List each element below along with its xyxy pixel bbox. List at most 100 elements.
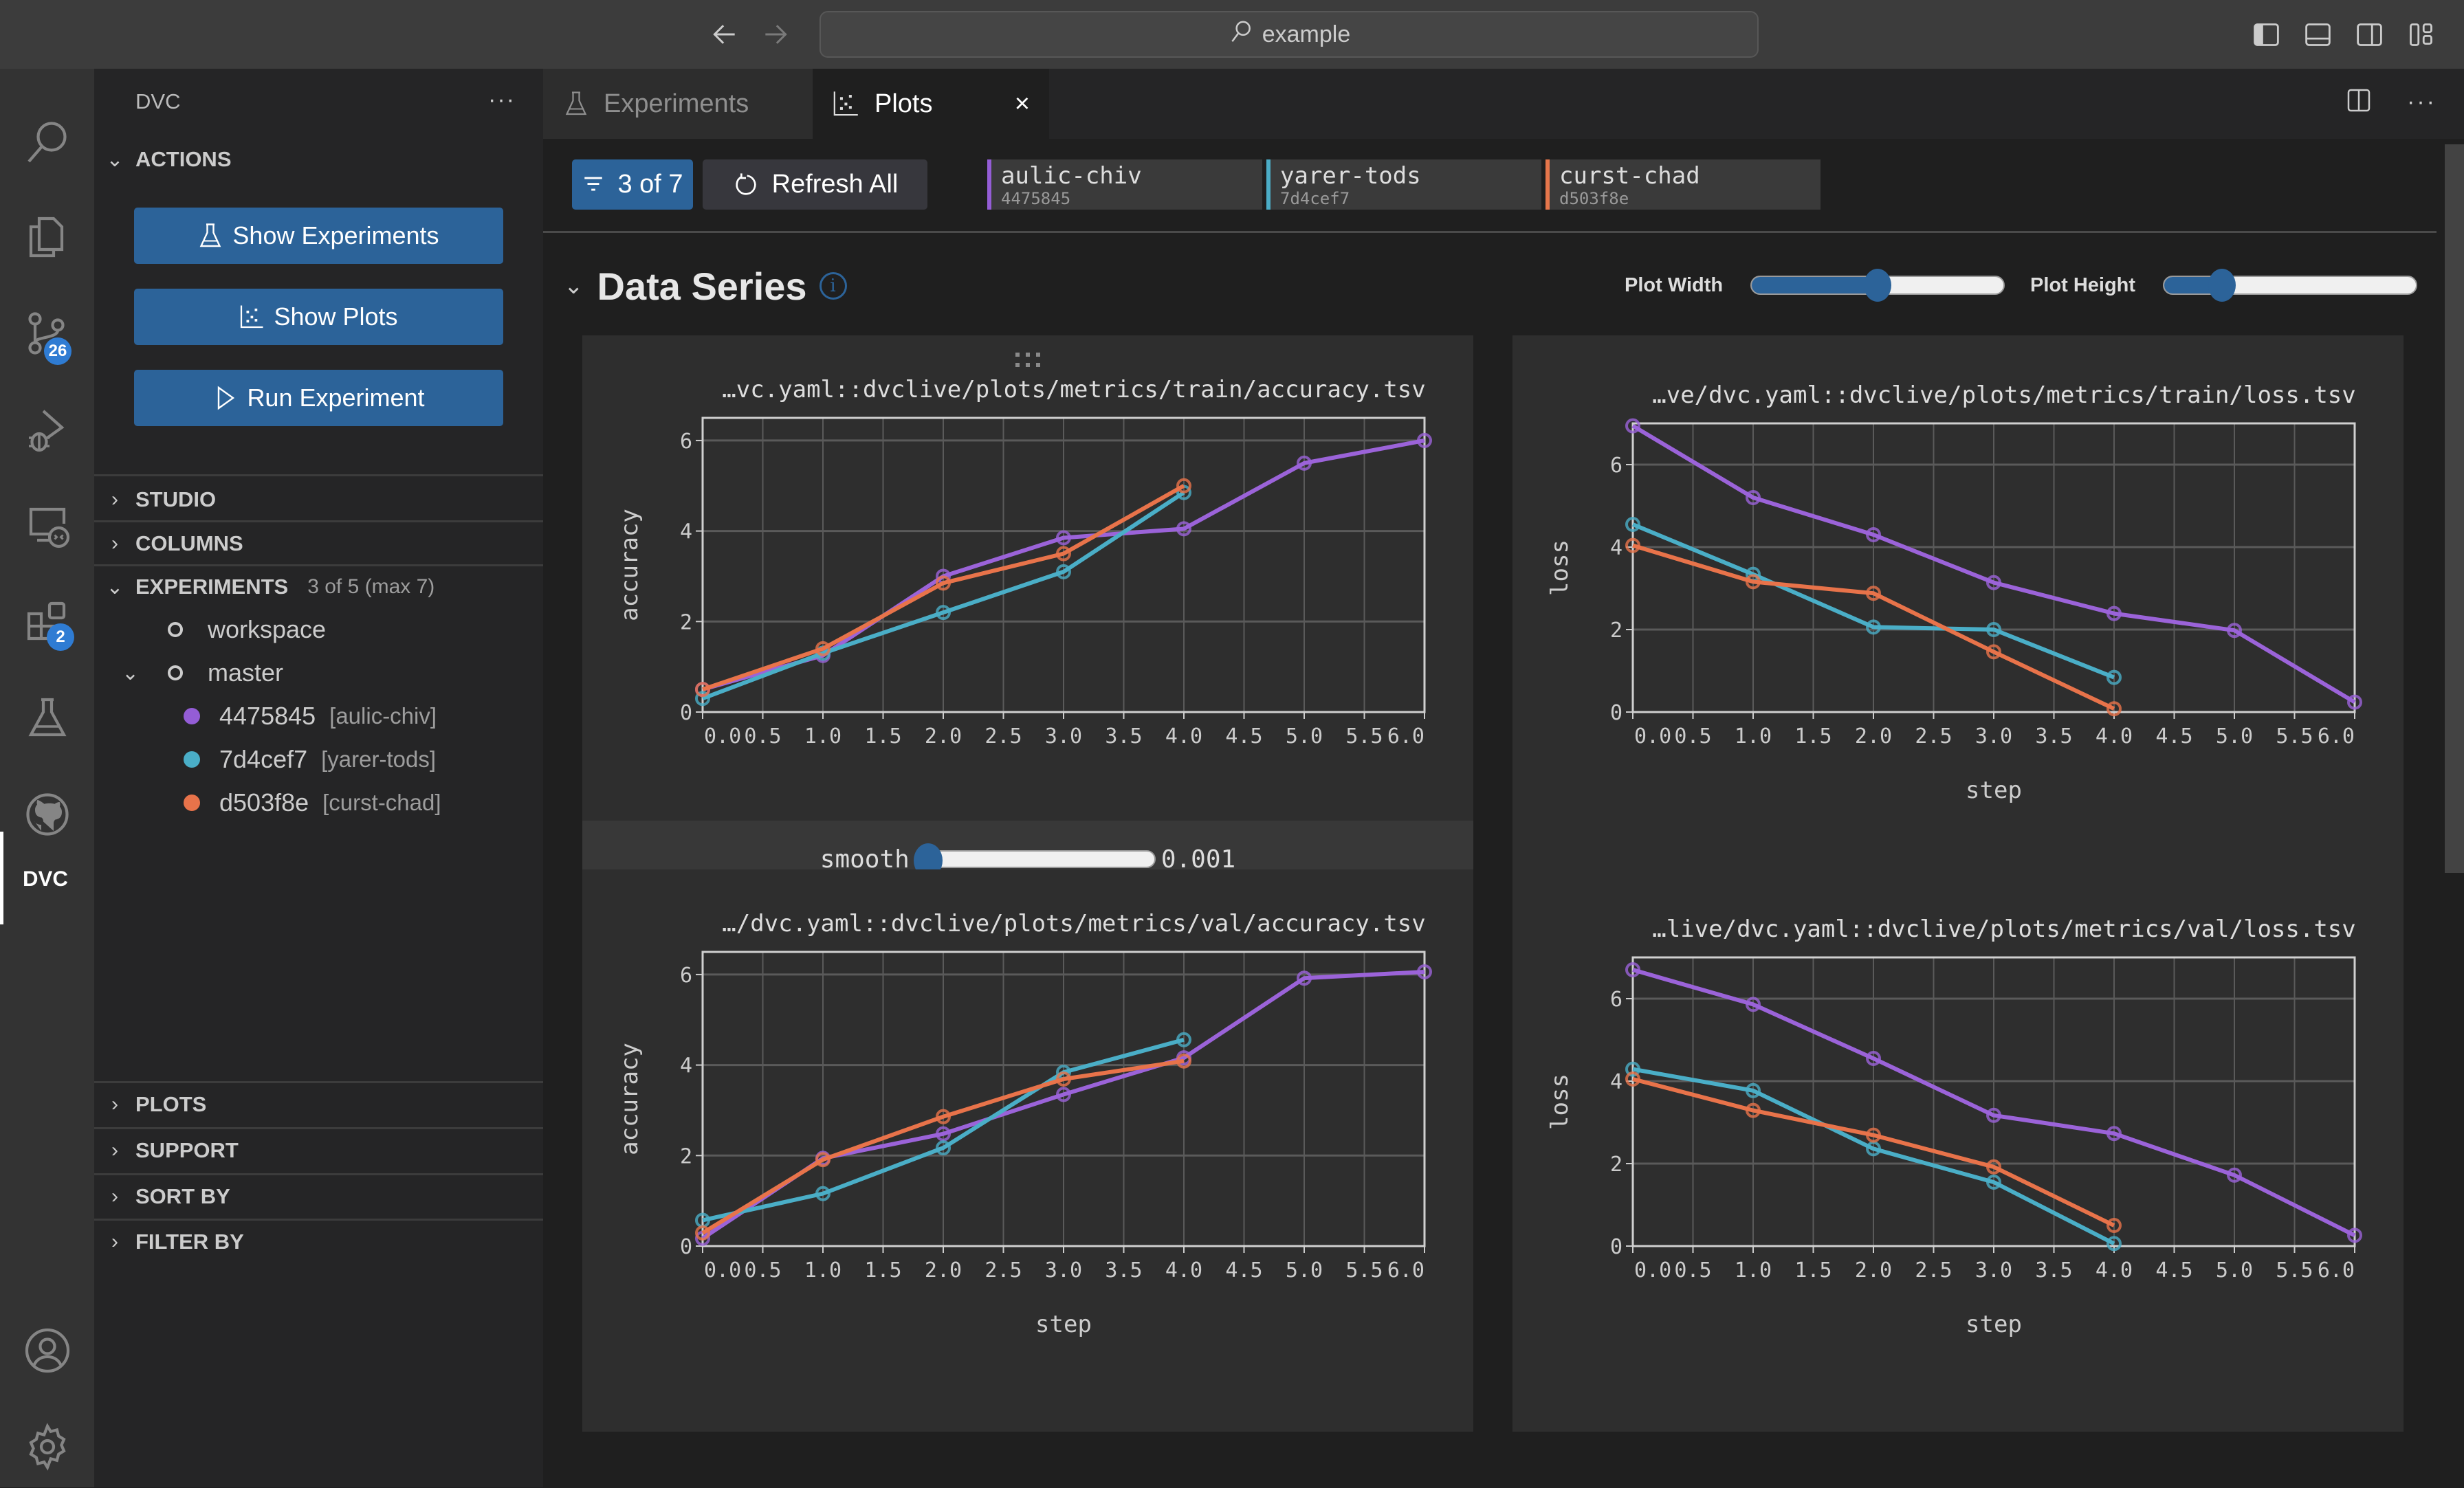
refresh-all-label: Refresh All xyxy=(771,170,899,199)
x-tick-label: 2.0 xyxy=(1855,1258,1892,1282)
customize-layout-icon[interactable] xyxy=(2406,19,2436,50)
section-data-series[interactable]: ⌄ Data Series i xyxy=(564,261,847,311)
section-columns[interactable]: › COLUMNS xyxy=(94,522,543,565)
y-tick-label: 4 xyxy=(1610,536,1622,560)
y-tick-label: 0 xyxy=(680,701,692,725)
chevron-right-icon: › xyxy=(111,488,118,511)
sidebar-title: DVC xyxy=(135,89,181,113)
y-tick-label: 2 xyxy=(1610,1153,1622,1177)
x-tick-label: 3.5 xyxy=(2035,1258,2072,1282)
search-icon[interactable] xyxy=(0,100,94,182)
x-axis-label: step xyxy=(1966,1311,2022,1338)
account-icon[interactable] xyxy=(0,1309,94,1392)
experiment-name: [curst-chad] xyxy=(322,790,441,815)
x-tick-label: 5.0 xyxy=(1286,1258,1323,1282)
x-tick-label: 0.0 xyxy=(1634,1258,1671,1282)
plot-card-val-loss[interactable]: …live/dvc.yaml::dvclive/plots/metrics/va… xyxy=(1512,869,2404,1432)
filter-icon xyxy=(584,177,603,190)
tree-item-workspace[interactable]: workspace xyxy=(168,609,326,650)
play-icon xyxy=(218,386,235,410)
tree-item-master[interactable]: ⌄ master xyxy=(122,652,283,693)
x-tick-label: 0.0 xyxy=(1634,724,1671,748)
more-actions-icon[interactable]: ··· xyxy=(488,87,516,113)
more-actions-icon[interactable]: ··· xyxy=(2407,89,2436,115)
tree-item-experiment[interactable]: 4475845 [aulic-chiv] xyxy=(184,696,437,737)
x-tick-label: 6.0 xyxy=(2318,1258,2355,1282)
gear-icon[interactable] xyxy=(0,1406,94,1488)
refresh-all-button[interactable]: Refresh All xyxy=(703,159,927,210)
x-tick-label: 1.5 xyxy=(1794,1258,1832,1282)
section-sort-by[interactable]: › SORT BY xyxy=(94,1175,543,1218)
toggle-panel-icon[interactable] xyxy=(2302,19,2333,50)
y-tick-label: 4 xyxy=(680,1054,692,1078)
x-axis-label: step xyxy=(1035,1311,1092,1338)
remote-explorer-icon[interactable] xyxy=(0,485,94,567)
plot-card-train-loss[interactable]: …ve/dvc.yaml::dvclive/plots/metrics/trai… xyxy=(1512,335,2404,898)
x-tick-label: 0.5 xyxy=(1674,1258,1711,1282)
toggle-secondary-sidebar-icon[interactable] xyxy=(2354,19,2385,50)
circle-outline-icon xyxy=(168,665,183,680)
experiment-chip[interactable]: yarer-tods 7d4cef7 xyxy=(1266,159,1541,210)
show-plots-label: Show Plots xyxy=(274,302,398,331)
flask-icon[interactable] xyxy=(0,677,94,759)
x-tick-label: 5.5 xyxy=(1345,724,1383,748)
close-icon[interactable]: × xyxy=(1015,89,1030,119)
debug-icon[interactable] xyxy=(0,388,94,471)
experiment-chip[interactable]: curst-chad d503f8e xyxy=(1546,159,1820,210)
slider-thumb[interactable] xyxy=(1864,269,1892,302)
experiment-name: [yarer-tods] xyxy=(321,746,436,772)
x-tick-label: 3.5 xyxy=(2035,724,2072,748)
y-tick-label: 2 xyxy=(680,1144,692,1168)
plot-width-slider[interactable] xyxy=(1750,269,2005,302)
chart-title: …/dvc.yaml::dvclive/plots/metrics/val/ac… xyxy=(722,910,1426,937)
extensions-icon[interactable]: 2 xyxy=(0,581,94,663)
section-support[interactable]: › SUPPORT xyxy=(94,1129,543,1172)
x-tick-label: 1.0 xyxy=(1735,1258,1772,1282)
plot-card-val-accuracy[interactable]: …/dvc.yaml::dvclive/plots/metrics/val/ac… xyxy=(582,869,1473,1432)
show-experiments-label: Show Experiments xyxy=(232,221,439,249)
command-center-search[interactable]: example xyxy=(820,11,1759,58)
plot-height-slider[interactable] xyxy=(2163,269,2418,302)
section-plots[interactable]: › PLOTS xyxy=(94,1083,543,1126)
chevron-down-icon: ⌄ xyxy=(106,148,124,171)
tab-plots[interactable]: Plots × xyxy=(813,69,1049,139)
select-experiments-button[interactable]: 3 of 7 xyxy=(572,159,693,210)
smooth-slider[interactable] xyxy=(913,843,1156,878)
source-control-icon[interactable]: 26 xyxy=(0,292,94,375)
x-tick-label: 2.5 xyxy=(1915,724,1952,748)
arrow-left-icon[interactable] xyxy=(705,15,744,54)
show-experiments-button[interactable]: Show Experiments xyxy=(134,208,503,264)
experiment-chip-rev: 4475845 xyxy=(1001,188,1071,208)
chevron-down-icon: ⌄ xyxy=(564,273,584,299)
show-plots-button[interactable]: Show Plots xyxy=(134,289,503,345)
arrow-right-icon[interactable] xyxy=(756,15,795,54)
section-experiments[interactable]: ⌄ EXPERIMENTS 3 of 5 (max 7) xyxy=(94,566,543,608)
editor-area: Experiments Plots × ··· 3 of 7 Refresh A… xyxy=(543,69,2464,1487)
section-sort-by-label: SORT BY xyxy=(135,1184,230,1208)
run-experiment-button[interactable]: Run Experiment xyxy=(134,370,503,426)
files-icon[interactable] xyxy=(0,196,94,278)
plot-card-train-accuracy[interactable]: …vc.yaml::dvclive/plots/metrics/train/ac… xyxy=(582,335,1473,898)
section-actions[interactable]: ⌄ ACTIONS xyxy=(94,138,543,181)
x-tick-label: 3.0 xyxy=(1045,724,1082,748)
chevron-right-icon: › xyxy=(111,532,118,555)
info-icon[interactable]: i xyxy=(819,272,847,300)
line-chart: …live/dvc.yaml::dvclive/plots/metrics/va… xyxy=(1546,915,2362,1338)
experiment-chip-name: yarer-tods xyxy=(1280,162,1421,190)
chevron-right-icon: › xyxy=(111,1230,118,1253)
split-editor-icon[interactable] xyxy=(2345,87,2373,118)
experiment-chip[interactable]: aulic-chiv 4475845 xyxy=(987,159,1262,210)
section-filter-by[interactable]: › FILTER BY xyxy=(94,1221,543,1263)
toggle-primary-sidebar-icon[interactable] xyxy=(2251,19,2282,50)
slider-thumb[interactable] xyxy=(2208,269,2236,302)
x-tick-label: 0.5 xyxy=(1674,724,1711,748)
dvc-logo-icon[interactable]: DVC xyxy=(0,837,94,920)
chevron-right-icon: › xyxy=(111,1185,118,1208)
x-tick-label: 4.5 xyxy=(2155,724,2192,748)
tree-item-experiment[interactable]: 7d4cef7 [yarer-tods] xyxy=(184,739,436,780)
y-tick-label: 0 xyxy=(1610,1235,1622,1259)
tree-item-experiment[interactable]: d503f8e [curst-chad] xyxy=(184,782,441,823)
section-studio[interactable]: › STUDIO xyxy=(94,478,543,521)
tab-experiments[interactable]: Experiments xyxy=(543,69,813,139)
vertical-scrollbar[interactable] xyxy=(2445,144,2464,873)
